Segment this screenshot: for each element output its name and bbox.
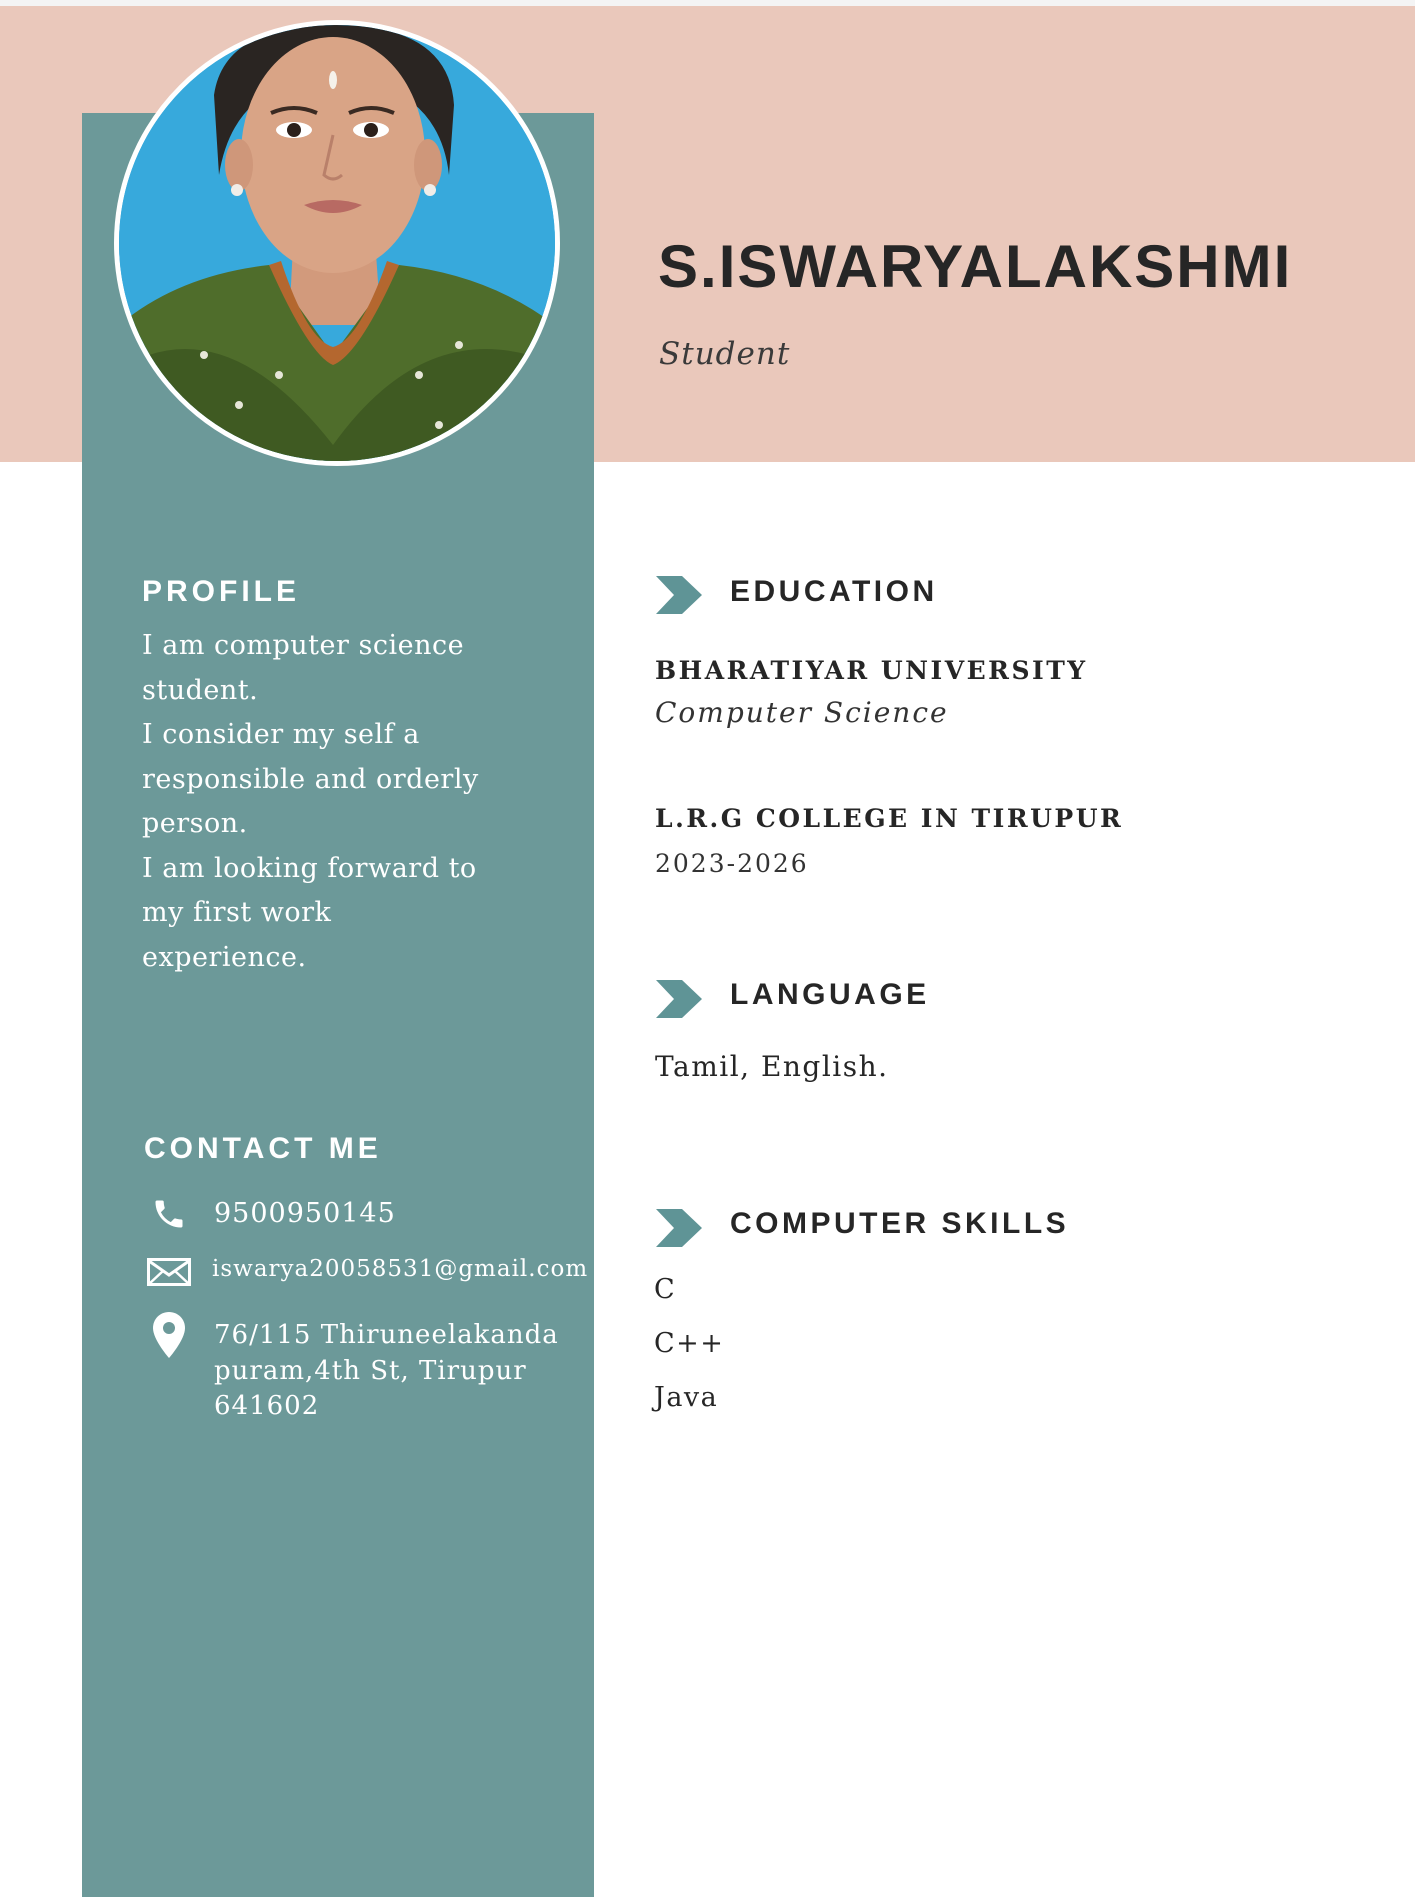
profile-photo [114,20,560,466]
education-course: Computer Science [655,696,949,729]
education-years: 2023-2026 [655,849,809,878]
profile-line: responsible and orderly [142,763,479,795]
skill-item: C [654,1274,677,1305]
profile-line: student. [142,674,259,706]
profile-line: I am computer science [142,630,465,661]
skills-heading: COMPUTER SKILLS [730,1207,1070,1240]
location-pin-icon [153,1312,185,1363]
profile-heading: PROFILE [142,575,301,608]
address: 76/115 Thiruneelakanda puram,4th St, Tir… [214,1318,559,1425]
education-heading: EDUCATION [730,575,938,608]
profile-line: I consider my self a [142,719,420,750]
education-institution: L.R.G COLLEGE IN TIRUPUR [655,804,1124,833]
email-address[interactable]: iswarya20058531@gmail.com [212,1256,588,1282]
skill-item: Java [654,1382,719,1413]
language-list: Tamil, English. [655,1050,889,1083]
profile-text: I am computer science student. I conside… [142,624,532,980]
phone-icon [150,1196,188,1237]
address-line: puram,4th St, Tirupur [214,1355,527,1386]
mail-icon [147,1258,191,1291]
profile-line: my first work [142,897,332,928]
phone-number[interactable]: 9500950145 [214,1198,396,1229]
candidate-name: S.ISWARYALAKSHMI [658,233,1293,300]
chevron-right-icon [656,576,702,619]
profile-line: I am looking forward to [142,852,477,884]
profile-line: experience. [142,941,307,973]
candidate-role: Student [659,336,791,372]
address-line: 76/115 Thiruneelakanda [214,1320,559,1350]
profile-line: person. [142,808,248,839]
chevron-right-icon [656,1209,702,1252]
skill-item: C++ [654,1328,725,1359]
language-heading: LANGUAGE [730,978,930,1011]
contact-heading: CONTACT ME [144,1132,382,1165]
education-institution: BHARATIYAR UNIVERSITY [655,656,1088,685]
chevron-right-icon [656,980,702,1023]
address-line: 641602 [214,1391,320,1421]
portrait-illustration [119,25,555,461]
